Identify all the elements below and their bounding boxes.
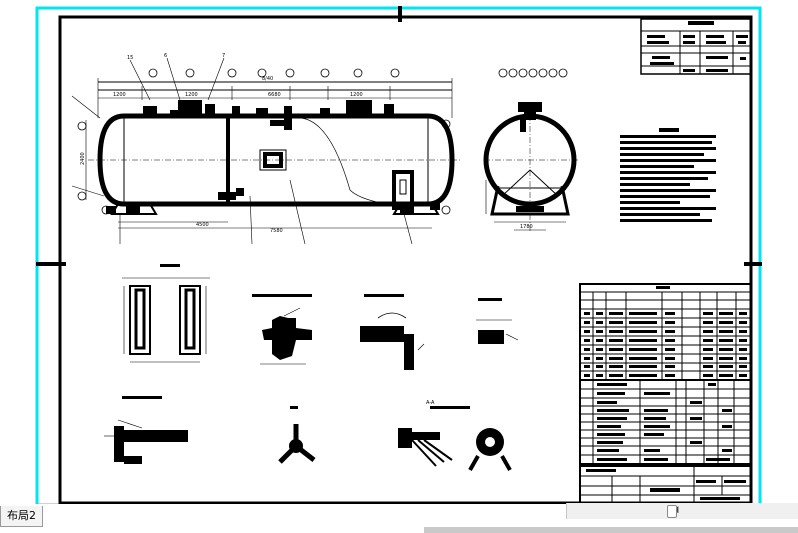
svg-text:4500: 4500 (196, 222, 209, 228)
top-right-table (640, 18, 752, 75)
svg-text:2400: 2400 (80, 152, 86, 165)
cad-model-drawing[interactable]: 8/40 6680 1200 1200 1200 15 6 7 4500 758… (0, 0, 798, 533)
nozzle-table (579, 283, 752, 381)
section-label-a-a: A-A (426, 400, 435, 406)
svg-text:1780: 1780 (520, 224, 533, 230)
layout-tab[interactable]: 布局2 (0, 506, 43, 527)
status-strip (424, 527, 798, 533)
detail-saddle (122, 264, 210, 363)
length-dim-b: 6680 (268, 92, 281, 98)
detail-nozzle-pipe (104, 396, 188, 464)
technical-notes (620, 128, 716, 222)
scroll-thumb[interactable] (667, 505, 677, 518)
main-vessel-elevation: 8/40 6680 1200 1200 1200 15 6 7 4500 758… (71, 53, 462, 245)
saddle-spacing-dim: 7580 (270, 228, 283, 234)
callout-15: 15 (127, 55, 133, 61)
svg-text:1200: 1200 (350, 92, 363, 98)
detail-angle-support (398, 406, 470, 467)
parts-list (579, 379, 752, 465)
detail-weld-3 (476, 298, 519, 344)
detail-tripod-support (278, 406, 316, 464)
callout-6: 6 (164, 53, 167, 59)
end-view: 1780 (483, 68, 578, 232)
detail-weld-2 (360, 294, 425, 370)
title-block (579, 465, 752, 504)
horizontal-scrollbar[interactable]: ◀ (566, 503, 798, 519)
detail-weld-1 (252, 294, 312, 365)
callout-7: 7 (222, 53, 225, 59)
svg-text:1200: 1200 (113, 92, 126, 98)
svg-text:1200: 1200 (185, 92, 198, 98)
detail-ring-support (468, 428, 512, 471)
section-labels: A-A (426, 400, 435, 406)
